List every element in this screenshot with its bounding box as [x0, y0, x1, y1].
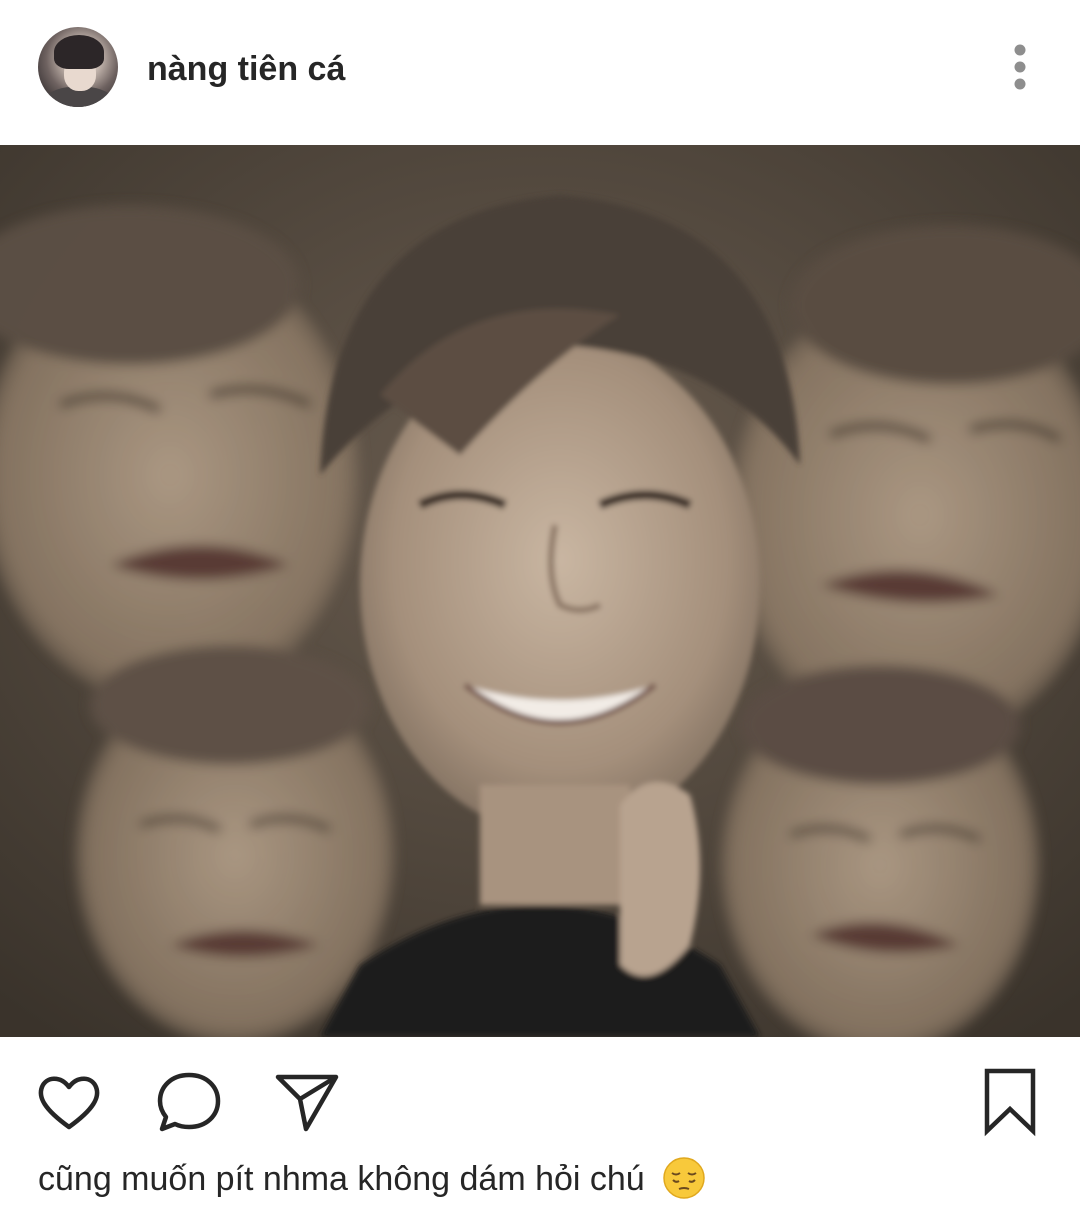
post-header: nàng tiên cá — [0, 0, 1080, 145]
bookmark-icon[interactable] — [975, 1067, 1045, 1137]
meme-collage-image — [0, 145, 1080, 1037]
post-photo[interactable] — [0, 145, 1080, 1037]
comment-bubble-icon[interactable] — [154, 1067, 224, 1137]
vertical-dots-icon[interactable] — [1000, 40, 1040, 96]
paper-plane-icon[interactable] — [272, 1067, 342, 1137]
caption-text: cũng muốn pít nhma không dám hỏi chú — [38, 1160, 645, 1198]
profile-avatar[interactable] — [38, 27, 118, 107]
post-caption: cũng muốn pít nhma không dám hỏi chú — [38, 1157, 706, 1200]
pensive-face-emoji — [663, 1157, 705, 1199]
action-bar — [0, 1037, 1080, 1157]
instagram-post: nàng tiên cá cũng muốn pít nhma không dá… — [0, 0, 1080, 1218]
username[interactable]: nàng tiên cá — [147, 50, 345, 89]
heart-icon[interactable] — [34, 1067, 104, 1137]
